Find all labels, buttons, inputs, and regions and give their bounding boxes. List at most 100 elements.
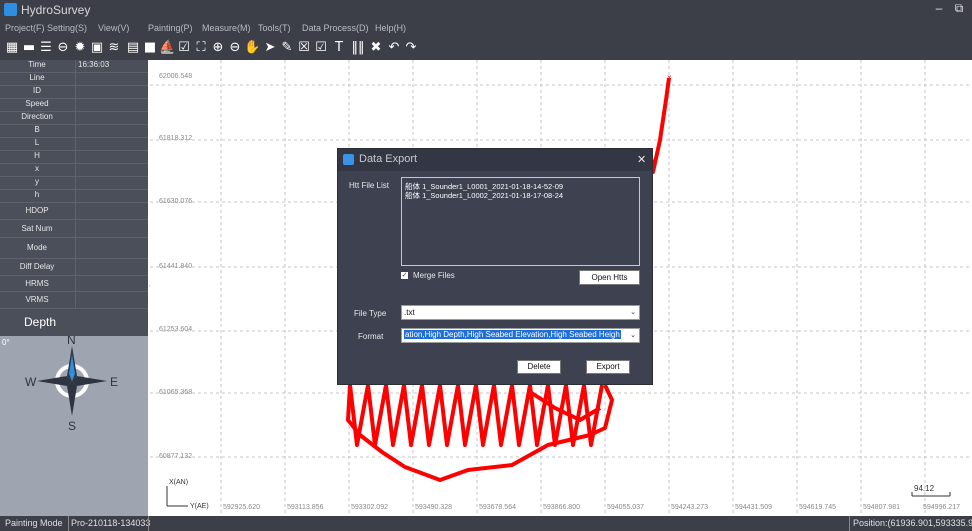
axis-indicator [166, 486, 188, 507]
dialog-title: Data Export [359, 153, 418, 165]
info-value [75, 73, 148, 85]
layers-icon[interactable]: ☰ [38, 40, 54, 56]
format-select[interactable]: ation,High Depth,High Seabed Elevation,H… [401, 328, 640, 343]
compass-e: E [110, 375, 118, 389]
merge-files-checkbox[interactable]: ✓ [401, 272, 408, 279]
info-label: H [34, 151, 40, 160]
depth-label: Depth [23, 315, 57, 329]
restore-button[interactable]: ⧉ [951, 1, 967, 16]
htt-file-list[interactable]: 船体 1_Sounder1_L0001_2021-01-18-14-52-09 … [401, 177, 640, 266]
file-type-label: File Type [354, 309, 387, 318]
dialog-app-icon [343, 154, 354, 165]
menu-measure[interactable]: Measure(M) [202, 23, 251, 33]
info-row-x: x [0, 164, 148, 177]
link-icon[interactable]: ⊖ [55, 40, 71, 56]
undo-icon[interactable]: ↶ [386, 40, 402, 56]
compass-s: S [68, 419, 76, 433]
x-tick-label: 593866.800 [543, 504, 580, 511]
menu-project[interactable]: Project(F) [5, 23, 45, 33]
file-type-value: .txt [404, 308, 415, 317]
info-row-hrms: HRMS [0, 276, 148, 292]
redo-icon[interactable]: ↷ [403, 40, 419, 56]
y-tick-label: 62006.548 [159, 73, 193, 80]
info-label: HDOP [25, 206, 49, 215]
dialog-close-button[interactable]: ✕ [637, 153, 646, 166]
info-row-time: Time 16:36:03 [0, 60, 148, 73]
pan-hand-icon[interactable]: ✋ [244, 40, 260, 56]
zoom-out-icon[interactable]: ⊖ [227, 40, 243, 56]
info-panel: Time 16:36:03 Line ID Speed Direction B L… [0, 60, 148, 516]
format-value: ation,High Depth,High Seabed Elevation,H… [404, 330, 621, 339]
info-value [75, 177, 148, 189]
boat-icon[interactable]: ⛵ [159, 40, 175, 56]
x-axis-label: X(AN) [169, 479, 189, 486]
pointer-icon[interactable]: ➤ [262, 40, 278, 56]
info-label: Speed [25, 99, 49, 108]
info-label: Mode [26, 243, 47, 252]
scale-label: 94.12 [914, 484, 935, 493]
draw-icon[interactable]: ☒ [296, 40, 312, 56]
info-label: VRMS [25, 295, 49, 304]
info-value [75, 125, 148, 137]
x-tick-label: 593490.328 [415, 504, 452, 511]
info-value [75, 151, 148, 163]
info-row-l: L [0, 138, 148, 151]
image-icon[interactable]: ▣ [89, 40, 105, 56]
x-tick-label: 593302.092 [351, 504, 388, 511]
file-list-item[interactable]: 船体 1_Sounder1_L0002_2021-01-18-17-08-24 [405, 190, 563, 201]
info-value [75, 203, 148, 219]
chevron-down-icon[interactable]: ⌄ [628, 329, 638, 342]
delete-icon[interactable]: ✖ [368, 40, 384, 56]
status-separator [849, 516, 850, 531]
y-tick-label: 60877.132 [159, 453, 193, 460]
text-tool-icon[interactable]: T [331, 40, 347, 56]
edit-box-icon[interactable]: ☑ [313, 40, 329, 56]
menu-help[interactable]: Help(H) [375, 23, 406, 33]
open-project-icon[interactable]: ▦ [4, 40, 20, 56]
pen-icon[interactable]: ✎ [279, 40, 295, 56]
status-bar: Painting Mode Pro-210118-134033 Position… [0, 516, 972, 531]
info-row-vrms: VRMS [0, 292, 148, 309]
info-label: x [35, 164, 39, 173]
file-type-select[interactable]: .txt ⌄ [401, 305, 640, 320]
delete-button[interactable]: Delete [517, 360, 561, 374]
save-icon[interactable]: ▬ [21, 40, 37, 56]
menu-data-process[interactable]: Data Process(D) [302, 23, 369, 33]
menu-painting[interactable]: Painting(P) [148, 23, 193, 33]
barcode-icon[interactable]: ‖‖ [350, 40, 366, 56]
edit-icon[interactable]: ☑ [176, 40, 192, 56]
title-bar: HydroSurvey – ⧉ [0, 0, 972, 20]
info-value [75, 112, 148, 124]
y-tick-label: 61818.312 [159, 135, 193, 142]
status-project: Pro-210118-134033 [71, 518, 151, 528]
camera-icon[interactable]: ■ [142, 40, 158, 56]
y-tick-label: 61065.368 [159, 389, 193, 396]
info-row-h-lower: h [0, 190, 148, 203]
menu-tools[interactable]: Tools(T) [258, 23, 291, 33]
status-separator [148, 516, 149, 531]
info-label: HRMS [25, 279, 49, 288]
info-row-mode: Mode [0, 238, 148, 259]
info-row-speed: Speed [0, 99, 148, 112]
info-value [75, 292, 148, 308]
info-label: ID [33, 86, 41, 95]
document-icon[interactable]: ▤ [125, 40, 141, 56]
open-htts-button[interactable]: Open Htts [579, 270, 640, 285]
status-separator [68, 516, 69, 531]
info-label: L [34, 138, 40, 147]
menu-setting[interactable]: Setting(S) [47, 23, 87, 33]
lines-icon[interactable]: ≋ [106, 40, 122, 56]
x-tick-label: 594431.509 [735, 504, 772, 511]
fullscreen-icon[interactable]: ⛶ [193, 40, 209, 56]
minimize-button[interactable]: – [931, 1, 947, 15]
info-row-line: Line [0, 73, 148, 86]
track-end-marker: × [667, 73, 672, 82]
export-button[interactable]: Export [586, 360, 630, 374]
info-value [75, 238, 148, 258]
htt-file-list-label: Htt File List [349, 181, 390, 190]
info-value [75, 99, 148, 111]
zoom-in-icon[interactable]: ⊕ [210, 40, 226, 56]
chevron-down-icon[interactable]: ⌄ [628, 306, 638, 319]
menu-view[interactable]: View(V) [98, 23, 129, 33]
settings-gear-icon[interactable]: ✹ [72, 40, 88, 56]
